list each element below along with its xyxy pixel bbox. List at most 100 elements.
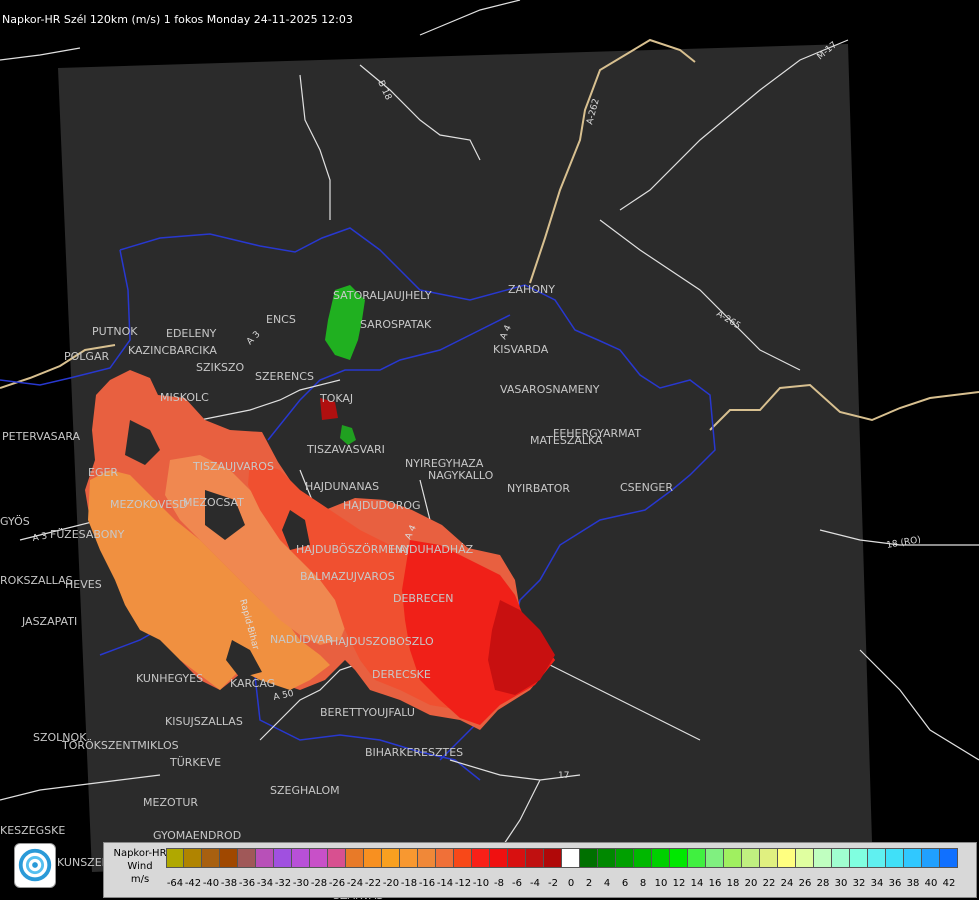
legend-label: -8 [494,878,504,889]
city-label: KISUJSZALLAS [165,715,243,728]
legend-label: 42 [942,878,956,889]
city-label: POLGAR [64,350,109,363]
legend-label: -12 [454,878,472,889]
legend-label: -10 [472,878,490,889]
legend-label: -64 [166,878,184,889]
legend-label: 26 [798,878,812,889]
legend-swatch [364,848,382,868]
city-label: HAJDUHADHÁZ [390,543,474,556]
legend-swatch [760,848,778,868]
legend-label: -40 [202,878,220,889]
legend-swatch [436,848,454,868]
legend-swatch [706,848,724,868]
legend-label: 38 [906,878,920,889]
city-label: NYIRBATOR [507,482,570,495]
legend-swatch [598,848,616,868]
city-label: VASAROSNAMENY [500,383,600,396]
legend-label: 20 [744,878,758,889]
city-label: KARCAG [230,677,275,690]
legend-label: -34 [256,878,274,889]
legend-label: 30 [834,878,848,889]
city-label: GYÖS [0,515,30,528]
app-logo [14,843,56,888]
city-label: KISVARDA [493,343,549,356]
legend-swatch [184,848,202,868]
city-label: KESZEGSKE [0,824,65,837]
road-label: A 3 [32,532,48,544]
city-label: PETERVASARA [2,430,81,443]
legend-label: -32 [274,878,292,889]
legend-swatch [256,848,274,868]
city-label: BALMAZUJVAROS [300,570,395,583]
city-label: ZAHONY [508,283,555,296]
legend-swatch [652,848,670,868]
legend-swatch [922,848,940,868]
road-label: 18 (RO) [886,535,922,551]
legend-label: 40 [924,878,938,889]
city-label: SAROSPATAK [360,318,432,331]
legend-swatch [274,848,292,868]
city-label: DERECSKE [372,668,431,681]
legend-swatch [832,848,850,868]
legend-swatch [454,848,472,868]
city-label: CSENGER [620,481,673,494]
legend-label: -30 [292,878,310,889]
city-label: KAZINCBARCIKA [128,344,217,357]
legend-label: 22 [762,878,776,889]
legend-label: -28 [310,878,328,889]
legend-swatch [904,848,922,868]
legend-label: 24 [780,878,794,889]
city-label: ROKSZALLAS [0,574,73,587]
radar-map[interactable]: SATORALJAUJHELY SAROSPATAK ZAHONY KISVAR… [0,0,979,900]
legend-label: 14 [690,878,704,889]
legend-swatch [382,848,400,868]
city-label: NADUDVAR [270,633,333,646]
legend-swatch [742,848,760,868]
legend-label: 10 [654,878,668,889]
legend-label: 34 [870,878,884,889]
legend-label: 4 [603,878,611,889]
city-label: MISKOLC [160,391,209,404]
legend-swatch [238,848,256,868]
legend-label: -20 [382,878,400,889]
legend-label: -16 [418,878,436,889]
legend-swatch [166,848,184,868]
legend-swatch [724,848,742,868]
legend-label: -18 [400,878,418,889]
city-label: EGER [88,466,118,479]
logo-swirl-icon [18,848,52,882]
legend-swatch [346,848,364,868]
legend-label: 36 [888,878,902,889]
legend-label: 6 [621,878,629,889]
legend-label: 16 [708,878,722,889]
legend-swatch [868,848,886,868]
legend-label: -38 [220,878,238,889]
city-label: ENCS [266,313,296,326]
legend-label: -22 [364,878,382,889]
city-label: NAGYKALLO [428,469,494,482]
city-label: SZEGHALOM [270,784,340,797]
city-label: PUTNOK [92,325,138,338]
city-label: TISZAUJVAROS [192,460,274,473]
city-label: TÜRKEVE [169,756,221,769]
legend-label: 18 [726,878,740,889]
legend-label: -14 [436,878,454,889]
legend-swatch [472,848,490,868]
legend-swatch [850,848,868,868]
city-label: HAJDUDOROG [343,499,421,512]
legend-swatch [292,848,310,868]
legend-swatch [886,848,904,868]
legend-swatches [166,848,958,868]
legend-swatch [814,848,832,868]
legend-swatch [328,848,346,868]
legend-label: -36 [238,878,256,889]
legend-swatch [778,848,796,868]
legend-label: -24 [346,878,364,889]
city-label: HAJDUNANAS [305,480,379,493]
map-title: Napkor-HR Szél 120km (m/s) 1 fokos Monda… [2,13,353,26]
legend-label: -4 [530,878,540,889]
legend-swatch [796,848,814,868]
city-label: MATESZALKA [530,434,603,447]
legend-label: 0 [567,878,575,889]
city-label: MEZOKOVESD [110,498,188,511]
